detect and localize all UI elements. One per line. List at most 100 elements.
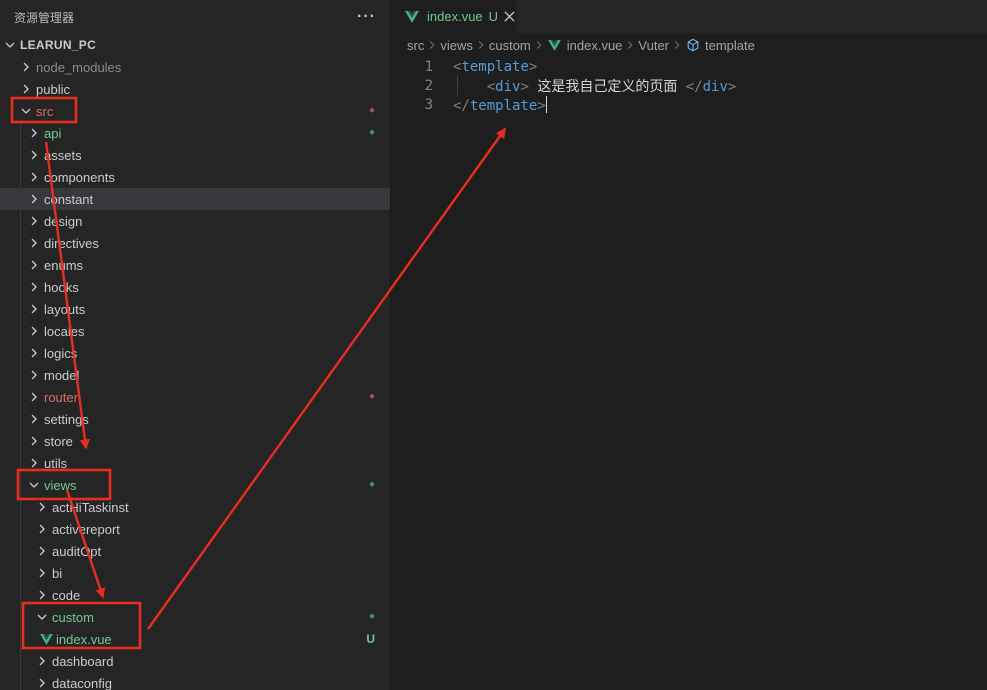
tree-item-code[interactable]: code xyxy=(0,584,390,606)
breadcrumb: src views custom index.vue Vuter templat… xyxy=(392,33,987,57)
tree-item-model[interactable]: model xyxy=(0,364,390,386)
breadcrumb-item-template[interactable]: template xyxy=(685,37,755,53)
tree-item-node_modules[interactable]: node_modules xyxy=(0,56,390,78)
tree-item-src[interactable]: src ● xyxy=(0,100,390,122)
tree-item-directives[interactable]: directives xyxy=(0,232,390,254)
tree-item-label: logics xyxy=(44,346,77,361)
tree-item-index.vue[interactable]: index.vueU xyxy=(0,628,390,650)
vue-icon xyxy=(38,631,54,647)
chevron-right-icon xyxy=(26,433,42,449)
code-line: 1<template> xyxy=(392,57,987,76)
chevron-right-icon xyxy=(26,411,42,427)
code-editor[interactable]: 1<template>2 <div> 这是我自己定义的页面 </div>3</t… xyxy=(392,57,987,114)
tree-item-label: actHiTaskinst xyxy=(52,500,129,515)
chevron-right-icon xyxy=(34,521,50,537)
chevron-right-icon xyxy=(425,38,439,52)
tree-item-assets[interactable]: assets xyxy=(0,144,390,166)
chevron-down-icon xyxy=(26,477,42,493)
chevron-right-icon xyxy=(34,675,50,690)
tree-item-activereport[interactable]: activereport xyxy=(0,518,390,540)
tree-item-api[interactable]: api● xyxy=(0,122,390,144)
breadcrumb-item-Vuter[interactable]: Vuter xyxy=(638,38,669,53)
tree-item-dashboard[interactable]: dashboard xyxy=(0,650,390,672)
tree-item-label: views xyxy=(44,478,77,493)
tab-label: index.vue xyxy=(427,9,483,24)
code-text: </template> xyxy=(433,96,547,114)
tab-bar: index.vue U xyxy=(392,0,987,33)
chevron-right-icon xyxy=(26,257,42,273)
chevron-right-icon xyxy=(26,345,42,361)
tree-item-label: model xyxy=(44,368,79,383)
chevron-right-icon xyxy=(34,499,50,515)
tree-item-label: index.vue xyxy=(56,632,112,647)
chevron-down-icon xyxy=(34,609,50,625)
tree-item-logics[interactable]: logics xyxy=(0,342,390,364)
tab-modified-badge: U xyxy=(489,9,498,24)
chevron-right-icon xyxy=(26,235,42,251)
chevron-right-icon xyxy=(623,38,637,52)
code-text: <div> 这是我自己定义的页面 </div> xyxy=(433,76,736,96)
breadcrumb-label: views xyxy=(440,38,473,53)
breadcrumb-label: index.vue xyxy=(567,38,623,53)
tree-item-label: dashboard xyxy=(52,654,113,669)
project-name: LEARUN_PC xyxy=(20,38,96,52)
breadcrumb-item-custom[interactable]: custom xyxy=(489,38,531,53)
tree-item-label: src xyxy=(36,104,53,119)
chevron-right-icon xyxy=(26,125,42,141)
tree-item-bi[interactable]: bi xyxy=(0,562,390,584)
tree-item-label: assets xyxy=(44,148,82,163)
editor-pane: index.vue U src views custom index.vue V… xyxy=(392,0,987,690)
chevron-down-icon xyxy=(18,103,34,119)
chevron-right-icon xyxy=(26,191,42,207)
chevron-right-icon xyxy=(34,587,50,603)
more-actions-icon[interactable]: ··· xyxy=(357,12,376,22)
tree-item-locales[interactable]: locales xyxy=(0,320,390,342)
chevron-right-icon xyxy=(18,81,34,97)
tree-item-label: design xyxy=(44,214,82,229)
tree-item-layouts[interactable]: layouts xyxy=(0,298,390,320)
breadcrumb-label: src xyxy=(407,38,424,53)
tree-item-label: dataconfig xyxy=(52,676,112,690)
tree-item-views[interactable]: views● xyxy=(0,474,390,496)
tree-item-design[interactable]: design xyxy=(0,210,390,232)
breadcrumb-item-views[interactable]: views xyxy=(440,38,473,53)
tab-index-vue[interactable]: index.vue U xyxy=(392,0,516,33)
chevron-right-icon xyxy=(26,323,42,339)
tree-item-label: components xyxy=(44,170,115,185)
explorer-title: 资源管理器 xyxy=(14,9,74,26)
git-change-dot-badge: ● xyxy=(369,106,375,116)
chevron-right-icon xyxy=(26,213,42,229)
tree-item-label: utils xyxy=(44,456,67,471)
line-number: 3 xyxy=(392,97,433,113)
tree-item-enums[interactable]: enums xyxy=(0,254,390,276)
tree-item-custom[interactable]: custom● xyxy=(0,606,390,628)
breadcrumb-label: custom xyxy=(489,38,531,53)
breadcrumb-item-src[interactable]: src xyxy=(407,38,424,53)
tree-item-components[interactable]: components xyxy=(0,166,390,188)
line-number: 1 xyxy=(392,59,433,75)
chevron-right-icon xyxy=(26,389,42,405)
close-icon[interactable] xyxy=(504,11,515,22)
git-change-dot-badge: ● xyxy=(369,392,375,402)
chevron-right-icon xyxy=(26,147,42,163)
tree-item-settings[interactable]: settings xyxy=(0,408,390,430)
editor-indent-guide xyxy=(457,76,458,95)
explorer-header: 资源管理器 ··· xyxy=(0,0,390,34)
chevron-right-icon xyxy=(34,565,50,581)
tree-item-public[interactable]: public xyxy=(0,78,390,100)
tree-item-label: bi xyxy=(52,566,62,581)
project-section-header[interactable]: LEARUN_PC xyxy=(0,34,390,56)
tree-item-label: custom xyxy=(52,610,94,625)
chevron-right-icon xyxy=(34,543,50,559)
text-cursor xyxy=(546,96,548,113)
tree-item-actHiTaskinst[interactable]: actHiTaskinst xyxy=(0,496,390,518)
tree-item-constant[interactable]: constant xyxy=(0,188,390,210)
tree-item-auditOpt[interactable]: auditOpt xyxy=(0,540,390,562)
tree-item-utils[interactable]: utils xyxy=(0,452,390,474)
tree-item-store[interactable]: store xyxy=(0,430,390,452)
tree-item-dataconfig[interactable]: dataconfig xyxy=(0,672,390,690)
tree-item-router[interactable]: router● xyxy=(0,386,390,408)
tree-item-hooks[interactable]: hooks xyxy=(0,276,390,298)
breadcrumb-item-index-vue[interactable]: index.vue xyxy=(547,37,623,53)
breadcrumb-label: Vuter xyxy=(638,38,669,53)
